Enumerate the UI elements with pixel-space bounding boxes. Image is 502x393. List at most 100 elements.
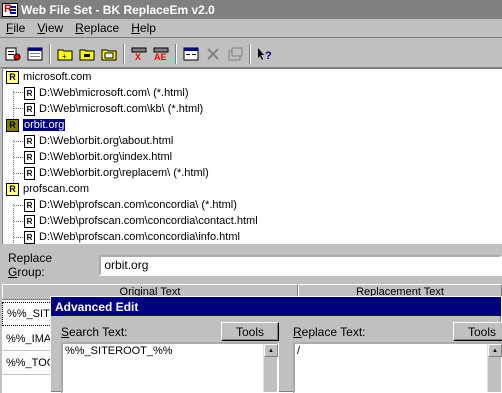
tree-connector xyxy=(14,173,23,174)
search-text-field[interactable]: %%_SITEROOT_%% xyxy=(61,342,279,393)
file-icon: R xyxy=(24,198,35,212)
scroll-up-icon[interactable]: ▲ xyxy=(488,344,502,357)
file-icon: R xyxy=(24,134,35,148)
app-icon: R xyxy=(2,2,18,17)
add-group-button[interactable]: + xyxy=(54,43,76,65)
add-folder-button[interactable] xyxy=(76,43,98,65)
properties-button[interactable] xyxy=(224,43,246,65)
toolbar-separator xyxy=(123,43,125,64)
replace-text-label: Replace Text: xyxy=(293,325,366,339)
tree-file-label: D:\Web\profscan.com\concordia\ (*.html) xyxy=(39,199,237,211)
tree-connector xyxy=(13,204,14,244)
file-set-tree[interactable]: R microsoft.com R D:\Web\microsoft.com\ … xyxy=(2,68,502,244)
replace-group-input[interactable] xyxy=(99,254,502,276)
advanced-edit-icon xyxy=(183,47,199,61)
tree-file-label: D:\Web\microsoft.com\kb\ (*.html) xyxy=(39,103,204,115)
tree-file-item[interactable]: R D:\Web\microsoft.com\kb\ (*.html) xyxy=(24,101,203,117)
svg-text:AE: AE xyxy=(154,52,167,61)
search-text-label: Search Text: xyxy=(61,325,128,339)
search-scrollbar[interactable]: ▲ xyxy=(263,344,278,392)
menu-replace[interactable]: Replace xyxy=(69,21,125,35)
replace-text-field[interactable]: / xyxy=(293,342,502,393)
file-icon: R xyxy=(24,214,35,228)
group-icon: R xyxy=(6,118,19,132)
menu-file[interactable]: File xyxy=(0,21,31,35)
scroll-up-icon[interactable]: ▲ xyxy=(264,344,278,357)
file-icon: R xyxy=(24,150,35,164)
title-bar: R Web File Set - BK ReplaceEm v2.0 xyxy=(0,0,502,19)
file-icon: R xyxy=(24,166,35,180)
toolbar-separator xyxy=(249,43,251,64)
toolbar-separator xyxy=(175,43,177,64)
tree-connector xyxy=(14,92,23,93)
add-file-button[interactable] xyxy=(98,43,120,65)
delete-icon xyxy=(205,47,221,61)
tree-file-label: D:\Web\microsoft.com\ (*.html) xyxy=(39,87,189,99)
tree-connector xyxy=(14,237,23,238)
tree-group-label: profscan.com xyxy=(23,183,90,195)
group-icon: R xyxy=(6,182,19,196)
dialog-title: Advanced Edit xyxy=(51,297,501,316)
replace-group-label: Replace Group: xyxy=(8,251,53,279)
toolbar: + X AE ? xyxy=(0,40,502,68)
tree-group-orbit[interactable]: R orbit.org xyxy=(6,117,66,133)
svg-text:+: + xyxy=(62,52,67,61)
file-icon: R xyxy=(24,230,35,244)
replacement-table: %%_SITEROOT_%% %%_IMAGES_%% %%_TOOLS_%% xyxy=(2,300,52,393)
tree-connector xyxy=(14,141,23,142)
tree-connector xyxy=(13,140,14,185)
file-icon: R xyxy=(24,102,35,116)
replace-scrollbar[interactable]: ▲ xyxy=(487,344,502,392)
tree-file-label: D:\Web\orbit.org\index.html xyxy=(39,151,173,163)
search-tools-button[interactable]: Tools xyxy=(221,322,279,341)
tree-file-label: D:\Web\orbit.org\about.html xyxy=(39,135,174,147)
replace-all-icon: AE xyxy=(153,47,169,62)
group-icon: R xyxy=(6,70,19,84)
add-file-icon xyxy=(101,47,117,61)
tree-file-item[interactable]: R D:\Web\profscan.com\concordia\info.htm… xyxy=(24,229,240,244)
tree-group-microsoft[interactable]: R microsoft.com xyxy=(6,69,91,85)
advanced-edit-button[interactable] xyxy=(180,43,202,65)
open-button[interactable] xyxy=(24,43,46,65)
menu-bar: File View Replace Help xyxy=(0,19,502,38)
table-row[interactable]: %%_SITEROOT_%% xyxy=(2,302,52,326)
tree-file-item[interactable]: R D:\Web\profscan.com\concordia\ (*.html… xyxy=(24,197,237,213)
table-row[interactable]: %%_IMAGES_%% xyxy=(2,327,52,351)
context-help-icon: ? xyxy=(257,47,273,62)
context-help-button[interactable]: ? xyxy=(254,43,276,65)
tree-connector xyxy=(14,157,23,158)
properties-icon xyxy=(227,47,243,61)
tree-group-profscan[interactable]: R profscan.com xyxy=(6,181,89,197)
replace-tools-button[interactable]: Tools xyxy=(453,322,502,341)
add-group-icon: + xyxy=(57,47,73,61)
replace-all-button[interactable]: AE xyxy=(150,43,172,65)
tree-file-item[interactable]: R D:\Web\orbit.org\about.html xyxy=(24,133,173,149)
new-file-set-button[interactable] xyxy=(2,43,24,65)
new-file-set-icon xyxy=(5,47,21,61)
tree-group-label: orbit.org xyxy=(23,119,66,131)
tree-connector xyxy=(14,205,23,206)
tree-file-item[interactable]: R D:\Web\orbit.org\replacem\ (*.html) xyxy=(24,165,209,181)
window-title: Web File Set - BK ReplaceEm v2.0 xyxy=(21,2,215,17)
tree-file-label: D:\Web\profscan.com\concordia\info.html xyxy=(39,231,240,243)
open-icon xyxy=(27,47,43,61)
tree-file-item[interactable]: R D:\Web\microsoft.com\ (*.html) xyxy=(24,85,189,101)
find-icon: X xyxy=(131,47,147,62)
table-row[interactable]: %%_TOOLS_%% xyxy=(2,351,52,375)
delete-button[interactable] xyxy=(202,43,224,65)
tree-file-item[interactable]: R D:\Web\orbit.org\index.html xyxy=(24,149,172,165)
toolbar-separator xyxy=(49,43,51,64)
tree-file-label: D:\Web\profscan.com\concordia\contact.ht… xyxy=(39,215,258,227)
tree-connector xyxy=(14,108,23,109)
add-folder-icon xyxy=(79,47,95,61)
tree-file-label: D:\Web\orbit.org\replacem\ (*.html) xyxy=(39,167,209,179)
tree-file-item[interactable]: R D:\Web\profscan.com\concordia\contact.… xyxy=(24,213,258,229)
tree-connector xyxy=(13,91,14,119)
file-icon: R xyxy=(24,86,35,100)
menu-help[interactable]: Help xyxy=(125,21,162,35)
find-button[interactable]: X xyxy=(128,43,150,65)
advanced-edit-dialog: Advanced Edit Search Text: Tools %%_SITE… xyxy=(50,296,502,393)
svg-text:X: X xyxy=(135,52,141,61)
menu-view[interactable]: View xyxy=(31,21,69,35)
replace-group-row: Replace Group: xyxy=(0,250,502,280)
